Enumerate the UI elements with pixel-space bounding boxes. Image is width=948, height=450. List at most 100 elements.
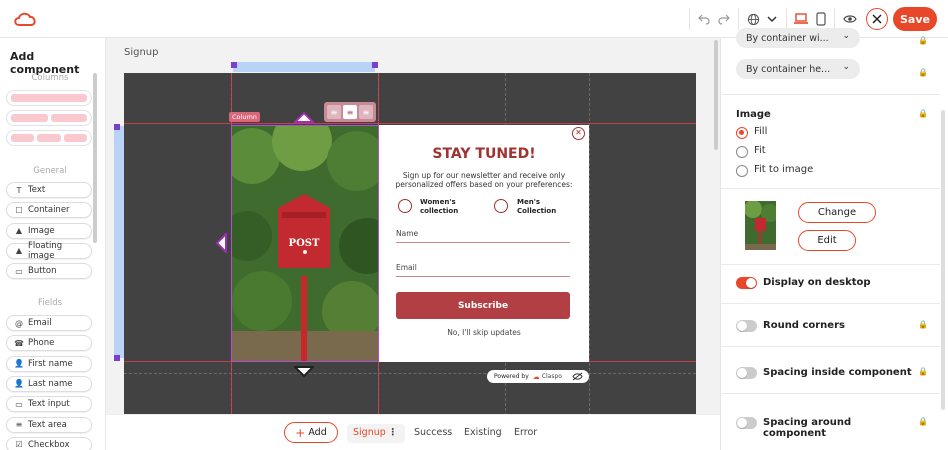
alignment-toolbar: ≡ ≡ ≡ xyxy=(324,102,376,122)
column-layout-3[interactable] xyxy=(6,130,92,146)
component-button[interactable]: ▭ Button xyxy=(6,263,92,280)
lock-icon[interactable]: 🔒 xyxy=(918,109,928,118)
womens-collection-label: Women's collection xyxy=(420,198,459,215)
move-up-arrow-icon[interactable] xyxy=(292,108,316,127)
popup-image[interactable]: POST xyxy=(231,125,379,362)
resize-corner[interactable] xyxy=(114,124,120,130)
width-mode-dropdown[interactable]: By container wi... ⌄ xyxy=(736,28,860,48)
move-down-arrow-icon[interactable] xyxy=(292,363,316,382)
divider xyxy=(720,188,940,189)
button-icon: ▭ xyxy=(15,266,23,276)
change-image-button[interactable]: Change xyxy=(798,202,876,223)
left-panel-scrollbar[interactable] xyxy=(93,73,97,243)
hide-eye-icon[interactable] xyxy=(572,372,583,383)
component-container[interactable]: ☐ Container xyxy=(6,202,92,219)
save-button[interactable]: Save xyxy=(893,7,937,31)
component-image[interactable]: ▲ Image xyxy=(6,222,92,239)
chevron-down-icon: ⌄ xyxy=(842,62,850,72)
redo-icon[interactable] xyxy=(716,7,732,31)
toggle-round-corners[interactable] xyxy=(736,320,757,332)
subscribe-button[interactable]: Subscribe xyxy=(396,292,570,319)
canvas-scrollbar[interactable] xyxy=(714,40,718,150)
image-heading: Image xyxy=(736,109,771,120)
align-center-icon[interactable]: ≡ xyxy=(343,105,357,119)
popup-close-icon[interactable]: ✕ xyxy=(572,127,585,140)
field-text-input[interactable]: ▭ Text input xyxy=(6,396,92,413)
field-text-area[interactable]: ≡ Text area xyxy=(6,416,92,433)
image-thumbnail xyxy=(745,201,776,250)
womens-collection-radio[interactable] xyxy=(398,199,412,213)
toggle-label: Spacing around component xyxy=(763,417,852,439)
powered-by-badge[interactable]: Powered by ☁ Claspo xyxy=(487,370,589,383)
column-label: Column xyxy=(229,112,260,122)
lock-icon[interactable]: 🔒 xyxy=(918,36,928,45)
component-text[interactable]: T Text xyxy=(6,182,92,198)
resize-corner[interactable] xyxy=(231,62,237,68)
add-component-panel: Add component Columns General Fields T Te… xyxy=(0,38,106,450)
edit-image-button[interactable]: Edit xyxy=(798,230,856,251)
component-label: Image xyxy=(28,225,55,236)
divider xyxy=(720,393,940,394)
last-name-icon: 👤 xyxy=(14,379,24,389)
component-label: Email xyxy=(28,318,52,328)
component-label: First name xyxy=(28,358,73,369)
lock-icon[interactable]: 🔒 xyxy=(918,367,928,376)
toggle-display-on-desktop[interactable] xyxy=(736,277,757,289)
column-height-resize-handle[interactable] xyxy=(114,126,124,358)
lock-icon[interactable]: 🔒 xyxy=(918,320,928,329)
tab-error[interactable]: Error xyxy=(514,427,537,438)
column-width-resize-handle[interactable] xyxy=(233,62,375,72)
plus-icon: + xyxy=(295,425,306,440)
add-variant-button[interactable]: + Add xyxy=(284,422,338,443)
field-phone[interactable]: ☎ Phone xyxy=(6,335,92,352)
email-field[interactable]: Email xyxy=(396,263,570,277)
resize-corner[interactable] xyxy=(372,62,378,68)
tab-existing[interactable]: Existing xyxy=(464,427,502,438)
component-label: Text area xyxy=(28,419,67,430)
component-label: Checkbox xyxy=(28,439,70,450)
text-icon: T xyxy=(16,185,22,195)
text-input-icon: ▭ xyxy=(15,399,23,409)
lock-icon[interactable]: 🔒 xyxy=(918,417,928,426)
fit-to-image-label: Fit to image xyxy=(754,164,814,175)
mens-collection-radio[interactable] xyxy=(494,199,508,213)
field-checkbox[interactable]: ☑ Checkbox xyxy=(6,436,92,450)
fit-radio[interactable] xyxy=(736,146,748,158)
fit-to-image-radio[interactable] xyxy=(736,165,748,177)
field-email[interactable]: @ Email xyxy=(6,315,92,331)
toggle-spacing-around-component[interactable] xyxy=(736,417,757,429)
lock-icon[interactable]: 🔒 xyxy=(918,68,928,77)
move-left-arrow-icon[interactable] xyxy=(215,231,227,257)
toolbar-divider xyxy=(786,8,787,30)
field-last-name[interactable]: 👤 Last name xyxy=(6,375,92,392)
resize-corner[interactable] xyxy=(114,355,120,361)
column-layout-1[interactable] xyxy=(6,90,92,106)
column-layout-2[interactable] xyxy=(6,110,92,126)
fill-radio[interactable] xyxy=(736,127,748,139)
claspo-logo-icon: ☁ xyxy=(532,372,540,381)
component-label: Last name xyxy=(28,378,73,389)
tab-menu-icon[interactable]: ⋮ xyxy=(388,427,398,438)
close-icon[interactable] xyxy=(866,8,888,30)
fill-label: Fill xyxy=(754,126,768,137)
tab-success[interactable]: Success xyxy=(414,427,452,438)
component-label: Container xyxy=(28,205,70,216)
align-right-icon[interactable]: ≡ xyxy=(359,105,373,119)
floating-image-icon: ▲ xyxy=(15,246,23,256)
properties-scrollbar[interactable] xyxy=(941,110,945,410)
first-name-icon: 👤 xyxy=(14,359,24,369)
tab-signup[interactable]: Signup xyxy=(353,427,386,438)
undo-icon[interactable] xyxy=(696,7,712,31)
toolbar-divider xyxy=(834,8,835,30)
toggle-spacing-inside-component[interactable] xyxy=(736,367,757,379)
skip-updates-link[interactable]: No, I'll skip updates xyxy=(379,328,589,337)
popup-title: STAY TUNED! xyxy=(432,146,536,162)
cloud-logo-icon[interactable] xyxy=(12,7,38,31)
component-label: Text input xyxy=(28,399,70,410)
component-floating-image[interactable]: ▲ Floating image xyxy=(6,241,92,261)
height-mode-dropdown[interactable]: By container he... ⌄ xyxy=(736,59,860,79)
name-field[interactable]: Name xyxy=(396,229,570,243)
align-left-icon[interactable]: ≡ xyxy=(327,105,341,119)
field-first-name[interactable]: 👤 First name xyxy=(6,355,92,372)
chevron-down-icon: ⌄ xyxy=(842,31,850,41)
